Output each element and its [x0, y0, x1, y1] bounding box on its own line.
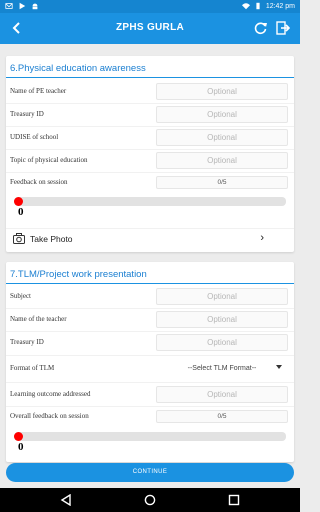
tlm-format-row: Format of TLM --Select TLM Format--	[6, 359, 294, 379]
field-label: Topic of physical education	[10, 156, 88, 164]
tlm-project-card: 7.TLM/Project work presentation Subject …	[6, 262, 294, 462]
physical-education-card: 6.Physical education awareness Name of P…	[6, 56, 294, 252]
feedback-row: Feedback on session 0/5	[6, 173, 294, 193]
teacher-name-row: Name of the teacher Optional	[6, 310, 294, 330]
udise-row: UDISE of school Optional	[6, 128, 294, 148]
section-title: 7.TLM/Project work presentation	[10, 269, 147, 280]
row-divider	[6, 331, 294, 332]
navigation-bar	[0, 488, 300, 512]
section-title-divider	[6, 283, 294, 284]
field-label: Name of the teacher	[10, 315, 67, 323]
pe-teacher-input[interactable]: Optional	[156, 83, 288, 100]
overall-feedback-row: Overall feedback on session 0/5	[6, 407, 294, 427]
chevron-right-icon: ›	[260, 232, 264, 244]
mail-icon	[5, 3, 13, 9]
back-triangle-icon[interactable]	[60, 494, 72, 506]
treasury-id-input[interactable]: Optional	[156, 334, 288, 351]
subject-input[interactable]: Optional	[156, 288, 288, 305]
field-label: Feedback on session	[10, 178, 68, 186]
field-label: Learning outcome addressed	[10, 390, 91, 398]
continue-button[interactable]: CONTINUE	[6, 463, 294, 482]
learning-outcome-row: Learning outcome addressed Optional	[6, 385, 294, 405]
logout-icon[interactable]	[276, 21, 290, 35]
home-circle-icon[interactable]	[144, 494, 156, 506]
tlm-format-select[interactable]: --Select TLM Format--	[156, 361, 288, 376]
refresh-icon[interactable]	[254, 21, 268, 35]
section-title-divider	[6, 77, 294, 78]
field-label: Name of PE teacher	[10, 87, 67, 95]
topic-input[interactable]: Optional	[156, 152, 288, 169]
row-divider	[6, 103, 294, 104]
status-bar: 12:42 pm	[0, 0, 300, 13]
status-time: 12:42 pm	[265, 2, 295, 10]
battery-icon	[256, 2, 260, 10]
take-photo-label: Take Photo	[30, 234, 73, 244]
field-label: Treasury ID	[10, 338, 44, 346]
row-divider	[6, 149, 294, 150]
udise-input[interactable]: Optional	[156, 129, 288, 146]
section-title: 6.Physical education awareness	[10, 63, 146, 74]
treasury-id-input[interactable]: Optional	[156, 106, 288, 123]
pe-teacher-row: Name of PE teacher Optional	[6, 82, 294, 102]
field-label: Format of TLM	[10, 364, 55, 372]
topic-row: Topic of physical education Optional	[6, 151, 294, 171]
field-label: Treasury ID	[10, 110, 44, 118]
overall-feedback-score: 0/5	[156, 410, 288, 423]
android-icon	[32, 3, 38, 10]
field-label: UDISE of school	[10, 133, 59, 141]
treasury-id-row: Treasury ID Optional	[6, 333, 294, 353]
recents-square-icon[interactable]	[228, 494, 240, 506]
slider-value: 0	[18, 206, 24, 218]
treasury-id-row: Treasury ID Optional	[6, 105, 294, 125]
learning-outcome-input[interactable]: Optional	[156, 386, 288, 403]
feedback-score: 0/5	[156, 176, 288, 189]
wifi-icon	[241, 3, 250, 10]
subject-row: Subject Optional	[6, 287, 294, 307]
slider-value: 0	[18, 441, 24, 453]
dropdown-arrow-icon[interactable]	[276, 365, 282, 369]
play-icon	[19, 2, 26, 10]
camera-icon	[13, 233, 25, 244]
overall-feedback-slider[interactable]	[14, 432, 286, 441]
slider-thumb[interactable]	[14, 197, 23, 206]
row-divider	[6, 126, 294, 127]
field-label: Overall feedback on session	[10, 412, 89, 420]
slider-thumb[interactable]	[14, 432, 23, 441]
app-bar: ZPHS GURLA	[0, 13, 300, 44]
row-divider	[6, 382, 294, 383]
teacher-name-input[interactable]: Optional	[156, 311, 288, 328]
take-photo-row[interactable]: Take Photo ›	[6, 228, 294, 248]
feedback-slider[interactable]	[14, 197, 286, 206]
field-label: Subject	[10, 292, 31, 300]
row-divider	[6, 308, 294, 309]
row-divider	[6, 355, 294, 356]
